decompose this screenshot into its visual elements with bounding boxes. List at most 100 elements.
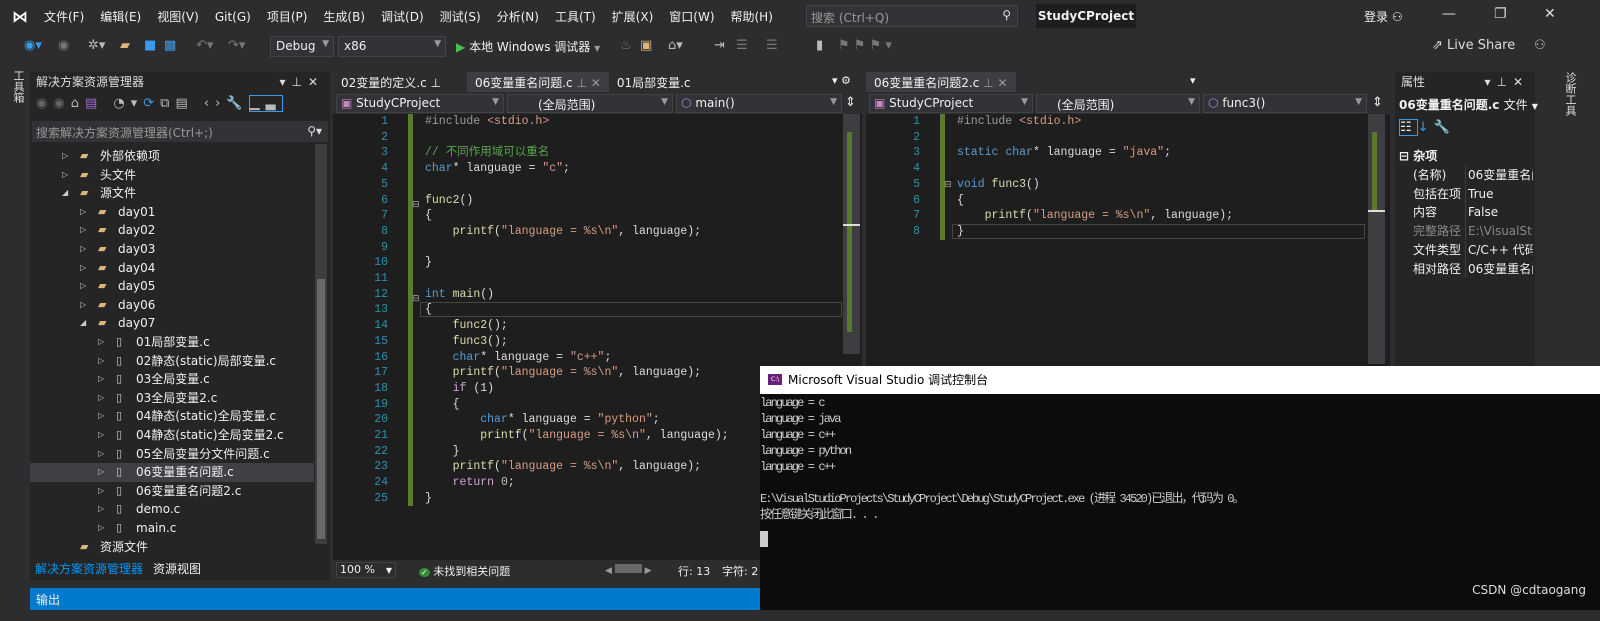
restore-button[interactable]: ❐ xyxy=(1494,6,1507,22)
login-button[interactable]: 登录 ⚇ xyxy=(1364,8,1403,25)
code-icon[interactable]: ‹› xyxy=(204,96,226,111)
debug-console-window[interactable]: C:\ Microsoft Visual Studio 调试控制台 languag… xyxy=(760,366,1600,610)
tab-file[interactable]: 01局部变量.c xyxy=(609,72,699,92)
tree-item[interactable]: ▷ ▰ day03 xyxy=(30,240,314,259)
collapsed-arrow-icon[interactable]: ▷ xyxy=(98,407,104,425)
find-in-files-icon[interactable]: ▣ xyxy=(640,38,652,53)
live-share-button[interactable]: ⇗ Live Share xyxy=(1432,38,1515,53)
tab-solution-explorer[interactable]: 解决方案资源管理器 xyxy=(30,558,149,578)
comment-icon[interactable]: ☰ xyxy=(766,38,778,53)
categorized-icon[interactable]: ☷ xyxy=(1399,119,1418,136)
tree-item[interactable]: ◢ ▰ 源文件 xyxy=(30,184,314,203)
horizontal-scrollbar[interactable]: ◀ ▶ xyxy=(605,564,652,576)
collapsed-arrow-icon[interactable]: ▷ xyxy=(98,426,104,444)
project-dropdown[interactable]: ▣ StudyCProject ▼ xyxy=(869,94,1033,113)
property-row[interactable]: 包括在项 True xyxy=(1395,184,1535,204)
show-files-icon[interactable]: ▤ xyxy=(175,96,193,111)
collapsed-arrow-icon[interactable]: ▷ xyxy=(80,277,86,295)
close-icon[interactable]: ✕ xyxy=(591,76,601,90)
tree-item[interactable]: ▷ ▰ day06 xyxy=(30,296,314,315)
sync-icon[interactable]: ⟳ xyxy=(143,96,160,111)
tree-item[interactable]: ◢ ▰ day07 xyxy=(30,314,314,333)
scrollbar-thumb[interactable] xyxy=(317,279,325,539)
collapsed-arrow-icon[interactable]: ▷ xyxy=(98,519,104,537)
back-icon[interactable]: ◉▾ xyxy=(24,38,42,53)
indent-icon[interactable]: ☰ xyxy=(736,38,748,53)
pin-icon[interactable]: ⊥ xyxy=(983,76,993,90)
menu-item[interactable]: 测试(S) xyxy=(432,8,489,25)
save-all-icon[interactable]: ▩ xyxy=(164,38,176,53)
forward-icon[interactable]: ◉ xyxy=(58,38,69,53)
collapse-icon[interactable]: ⧉ xyxy=(160,96,175,111)
toolbox-tab[interactable]: 工具箱 xyxy=(6,70,26,103)
close-icon[interactable]: ✕ xyxy=(308,75,324,89)
tree-item[interactable]: ▷ ▯ demo.c xyxy=(30,500,314,519)
minimize-button[interactable]: — xyxy=(1442,6,1456,22)
tab-file-active[interactable]: 06变量重名问题.c ⊥ ✕ xyxy=(466,72,609,92)
new-item-icon[interactable]: ✲▾ xyxy=(88,38,105,53)
browser-icon[interactable]: ⌂▾ xyxy=(668,38,683,53)
collapsed-arrow-icon[interactable]: ▷ xyxy=(98,500,104,518)
search-input[interactable]: 搜索 (Ctrl+Q) ⚲ xyxy=(806,5,1018,27)
property-value[interactable]: C/C++ 代码 xyxy=(1465,240,1533,259)
fold-icon[interactable]: ⊟ xyxy=(412,294,420,304)
menu-item[interactable]: 视图(V) xyxy=(149,8,207,25)
menu-item[interactable]: 项目(P) xyxy=(259,8,316,25)
diagnostics-tab[interactable]: 诊断工具 xyxy=(1562,72,1578,116)
preview-icon[interactable]: ▁▃ xyxy=(248,95,283,112)
split-icon[interactable]: ⇕ xyxy=(845,95,856,110)
pin-icon[interactable]: ⊥ xyxy=(576,76,586,90)
property-row[interactable]: 相对路径06变量重名问题.c xyxy=(1395,259,1535,279)
collapsed-arrow-icon[interactable]: ▷ xyxy=(98,389,104,407)
tree-item[interactable]: ▷ ▰ 头文件 xyxy=(30,166,314,185)
tree-item[interactable]: ▷ ▰ day05 xyxy=(30,277,314,296)
collapsed-arrow-icon[interactable]: ▷ xyxy=(80,240,86,258)
close-button[interactable]: ✕ xyxy=(1544,6,1556,22)
save-icon[interactable]: ■ xyxy=(144,38,156,53)
tree-item[interactable]: ▷ ▯ 03全局变量2.c xyxy=(30,389,314,408)
dropdown-icon[interactable]: ▾ xyxy=(279,75,291,89)
tree-item[interactable]: ▰ 资源文件 xyxy=(30,538,314,557)
property-row[interactable]: 内容 False xyxy=(1395,203,1535,222)
tree-item[interactable]: ▷ ▯ 06变量重名问题.c xyxy=(30,463,314,482)
tab-file-active[interactable]: 06变量重名问题2.c ⊥ ✕ xyxy=(866,72,1016,92)
tab-overflow-icon[interactable]: ▾ ⚙ xyxy=(832,74,851,87)
pin-icon[interactable]: ⊥ xyxy=(291,75,307,89)
tree-item[interactable]: ▷ ▯ 04静态(static)全局变量.c xyxy=(30,407,314,426)
property-value[interactable]: 06变量重名问题.c xyxy=(1465,259,1533,278)
collapsed-arrow-icon[interactable]: ▷ xyxy=(98,445,104,463)
tree-item[interactable]: ▷ ▯ 05全局变量分文件问题.c xyxy=(30,445,314,464)
properties-wrench-icon[interactable]: 🔧 xyxy=(226,96,248,111)
property-value[interactable]: 06变量重名问题.c xyxy=(1465,166,1533,184)
fold-icon[interactable]: ⊟ xyxy=(412,200,420,210)
menu-item[interactable]: 分析(N) xyxy=(489,8,547,25)
collapsed-arrow-icon[interactable]: ▷ xyxy=(98,333,104,351)
menu-item[interactable]: 窗口(W) xyxy=(661,8,722,25)
solution-search-input[interactable]: 搜索解决方案资源管理器(Ctrl+;) ⚲▾ xyxy=(32,121,328,142)
close-icon[interactable]: ✕ xyxy=(997,76,1007,90)
property-value[interactable]: E:\VisualStudioProjects xyxy=(1465,222,1533,241)
back-icon[interactable]: ◉◉ xyxy=(36,96,71,111)
collapsed-arrow-icon[interactable]: ▷ xyxy=(98,463,104,481)
project-dropdown[interactable]: ▣ StudyCProject ▼ xyxy=(336,94,504,113)
bookmark-icon[interactable]: ▮ xyxy=(816,38,823,53)
alphabetical-icon[interactable]: ↓ xyxy=(1418,120,1434,135)
close-icon[interactable]: ✕ xyxy=(1513,75,1529,89)
issues-indicator[interactable]: ✓ 未找到相关问题 xyxy=(419,563,510,579)
tab-overflow-icon[interactable]: ▾ xyxy=(1190,74,1196,87)
collapsed-arrow-icon[interactable]: ▷ xyxy=(80,203,86,221)
collapsed-arrow-icon[interactable]: ▷ xyxy=(80,259,86,277)
tree-item[interactable]: ▷ ▰ 外部依赖项 xyxy=(30,147,314,166)
tree-item[interactable]: ▷ ▰ day04 xyxy=(30,259,314,278)
visual-studio-logo-icon[interactable]: ⋈ xyxy=(12,7,32,27)
fold-icon[interactable]: ⊟ xyxy=(944,180,952,190)
collapsed-arrow-icon[interactable]: ▷ xyxy=(62,166,68,184)
collapsed-arrow-icon[interactable]: ▷ xyxy=(80,221,86,239)
start-debugging-button[interactable]: ▶ 本地 Windows 调试器 ▼ xyxy=(456,38,600,55)
history-icon[interactable]: ◔▾ xyxy=(113,96,143,111)
collapsed-arrow-icon[interactable]: ▷ xyxy=(98,482,104,500)
tab-resource-view[interactable]: 资源视图 xyxy=(148,558,206,578)
open-folder-icon[interactable]: ▰ xyxy=(120,38,130,53)
collapsed-arrow-icon[interactable]: ▷ xyxy=(98,370,104,388)
undo-icon[interactable]: ↶▾ xyxy=(196,38,213,53)
